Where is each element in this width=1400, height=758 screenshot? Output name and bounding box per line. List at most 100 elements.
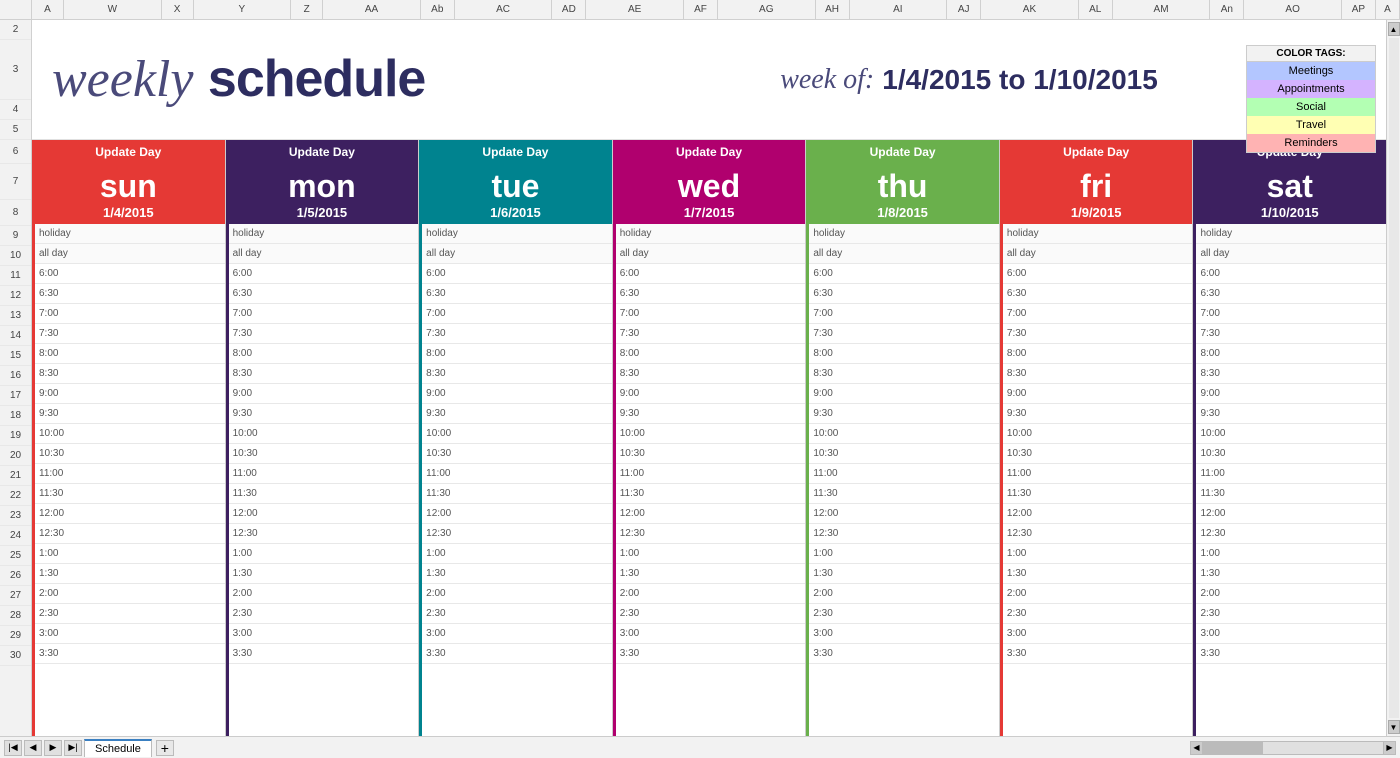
time-slot-sun-13[interactable]: 11:30 (35, 484, 225, 504)
time-slot-thu-18[interactable]: 2:00 (809, 584, 999, 604)
time-slot-fri-2[interactable]: 6:00 (1003, 264, 1193, 284)
time-slot-thu-16[interactable]: 1:00 (809, 544, 999, 564)
time-slot-wed-1[interactable]: all day (616, 244, 806, 264)
time-slot-thu-11[interactable]: 10:30 (809, 444, 999, 464)
time-slot-fri-11[interactable]: 10:30 (1003, 444, 1193, 464)
time-slot-tue-21[interactable]: 3:30 (422, 644, 612, 664)
time-slot-tue-12[interactable]: 11:00 (422, 464, 612, 484)
time-slot-wed-13[interactable]: 11:30 (616, 484, 806, 504)
time-slot-tue-8[interactable]: 9:00 (422, 384, 612, 404)
update-day-btn-mon[interactable]: Update Day (226, 140, 419, 164)
time-slot-wed-2[interactable]: 6:00 (616, 264, 806, 284)
time-slot-sat-15[interactable]: 12:30 (1196, 524, 1386, 544)
time-slot-thu-12[interactable]: 11:00 (809, 464, 999, 484)
time-slot-sun-2[interactable]: 6:00 (35, 264, 225, 284)
time-slot-thu-21[interactable]: 3:30 (809, 644, 999, 664)
time-slot-tue-4[interactable]: 7:00 (422, 304, 612, 324)
update-day-btn-thu[interactable]: Update Day (806, 140, 999, 164)
time-slot-sat-16[interactable]: 1:00 (1196, 544, 1386, 564)
time-slot-sat-0[interactable]: holiday (1196, 224, 1386, 244)
time-slot-mon-21[interactable]: 3:30 (229, 644, 419, 664)
time-slot-fri-21[interactable]: 3:30 (1003, 644, 1193, 664)
time-slot-fri-6[interactable]: 8:00 (1003, 344, 1193, 364)
time-slot-thu-19[interactable]: 2:30 (809, 604, 999, 624)
tab-nav-prev[interactable]: ◀ (24, 740, 42, 756)
time-slot-tue-16[interactable]: 1:00 (422, 544, 612, 564)
time-slot-wed-4[interactable]: 7:00 (616, 304, 806, 324)
time-slot-fri-5[interactable]: 7:30 (1003, 324, 1193, 344)
time-slot-tue-5[interactable]: 7:30 (422, 324, 612, 344)
time-slot-mon-12[interactable]: 11:00 (229, 464, 419, 484)
time-slot-fri-10[interactable]: 10:00 (1003, 424, 1193, 444)
time-slot-wed-15[interactable]: 12:30 (616, 524, 806, 544)
time-slot-fri-4[interactable]: 7:00 (1003, 304, 1193, 324)
sheet-tab-schedule[interactable]: Schedule (84, 739, 152, 757)
time-slot-wed-3[interactable]: 6:30 (616, 284, 806, 304)
time-slot-mon-17[interactable]: 1:30 (229, 564, 419, 584)
time-slot-tue-7[interactable]: 8:30 (422, 364, 612, 384)
time-slot-sun-11[interactable]: 10:30 (35, 444, 225, 464)
time-slot-sun-4[interactable]: 7:00 (35, 304, 225, 324)
time-slot-mon-1[interactable]: all day (229, 244, 419, 264)
update-day-btn-sun[interactable]: Update Day (32, 140, 225, 164)
tab-nav-first[interactable]: |◀ (4, 740, 22, 756)
time-slot-tue-10[interactable]: 10:00 (422, 424, 612, 444)
time-slot-sun-15[interactable]: 12:30 (35, 524, 225, 544)
time-slot-sat-17[interactable]: 1:30 (1196, 564, 1386, 584)
time-slot-tue-17[interactable]: 1:30 (422, 564, 612, 584)
time-slot-wed-9[interactable]: 9:30 (616, 404, 806, 424)
time-slot-sat-19[interactable]: 2:30 (1196, 604, 1386, 624)
time-slot-sat-8[interactable]: 9:00 (1196, 384, 1386, 404)
time-slot-wed-21[interactable]: 3:30 (616, 644, 806, 664)
time-slot-sat-2[interactable]: 6:00 (1196, 264, 1386, 284)
update-day-btn-tue[interactable]: Update Day (419, 140, 612, 164)
time-slot-sun-1[interactable]: all day (35, 244, 225, 264)
time-slot-tue-3[interactable]: 6:30 (422, 284, 612, 304)
time-slot-tue-15[interactable]: 12:30 (422, 524, 612, 544)
time-slot-fri-18[interactable]: 2:00 (1003, 584, 1193, 604)
time-slot-sat-12[interactable]: 11:00 (1196, 464, 1386, 484)
time-slot-mon-0[interactable]: holiday (229, 224, 419, 244)
time-slot-tue-6[interactable]: 8:00 (422, 344, 612, 364)
time-slot-fri-15[interactable]: 12:30 (1003, 524, 1193, 544)
time-slot-wed-7[interactable]: 8:30 (616, 364, 806, 384)
time-slot-sat-11[interactable]: 10:30 (1196, 444, 1386, 464)
time-slot-wed-19[interactable]: 2:30 (616, 604, 806, 624)
time-slot-thu-20[interactable]: 3:00 (809, 624, 999, 644)
time-slot-sat-5[interactable]: 7:30 (1196, 324, 1386, 344)
time-slot-mon-7[interactable]: 8:30 (229, 364, 419, 384)
update-day-btn-wed[interactable]: Update Day (613, 140, 806, 164)
time-slot-sun-7[interactable]: 8:30 (35, 364, 225, 384)
time-slot-thu-10[interactable]: 10:00 (809, 424, 999, 444)
tab-nav-next[interactable]: ▶ (44, 740, 62, 756)
time-slot-fri-17[interactable]: 1:30 (1003, 564, 1193, 584)
time-slot-thu-2[interactable]: 6:00 (809, 264, 999, 284)
time-slot-mon-4[interactable]: 7:00 (229, 304, 419, 324)
time-slot-tue-1[interactable]: all day (422, 244, 612, 264)
time-slot-sun-10[interactable]: 10:00 (35, 424, 225, 444)
time-slot-wed-8[interactable]: 9:00 (616, 384, 806, 404)
h-scroll-thumb[interactable] (1203, 742, 1263, 754)
time-slot-sat-9[interactable]: 9:30 (1196, 404, 1386, 424)
time-slot-mon-10[interactable]: 10:00 (229, 424, 419, 444)
time-slot-wed-16[interactable]: 1:00 (616, 544, 806, 564)
time-slot-fri-12[interactable]: 11:00 (1003, 464, 1193, 484)
horizontal-scrollbar[interactable]: ◀ ▶ (1190, 741, 1396, 755)
time-slot-sun-8[interactable]: 9:00 (35, 384, 225, 404)
time-slot-sat-4[interactable]: 7:00 (1196, 304, 1386, 324)
time-slot-sun-3[interactable]: 6:30 (35, 284, 225, 304)
time-slot-sat-7[interactable]: 8:30 (1196, 364, 1386, 384)
time-slot-thu-1[interactable]: all day (809, 244, 999, 264)
time-slot-mon-9[interactable]: 9:30 (229, 404, 419, 424)
time-slot-sun-16[interactable]: 1:00 (35, 544, 225, 564)
time-slot-fri-0[interactable]: holiday (1003, 224, 1193, 244)
time-slot-tue-2[interactable]: 6:00 (422, 264, 612, 284)
time-slot-fri-14[interactable]: 12:00 (1003, 504, 1193, 524)
time-slot-mon-16[interactable]: 1:00 (229, 544, 419, 564)
time-slot-mon-11[interactable]: 10:30 (229, 444, 419, 464)
time-slot-tue-11[interactable]: 10:30 (422, 444, 612, 464)
time-slot-mon-13[interactable]: 11:30 (229, 484, 419, 504)
time-slot-sun-5[interactable]: 7:30 (35, 324, 225, 344)
time-slot-sat-13[interactable]: 11:30 (1196, 484, 1386, 504)
time-slot-tue-14[interactable]: 12:00 (422, 504, 612, 524)
